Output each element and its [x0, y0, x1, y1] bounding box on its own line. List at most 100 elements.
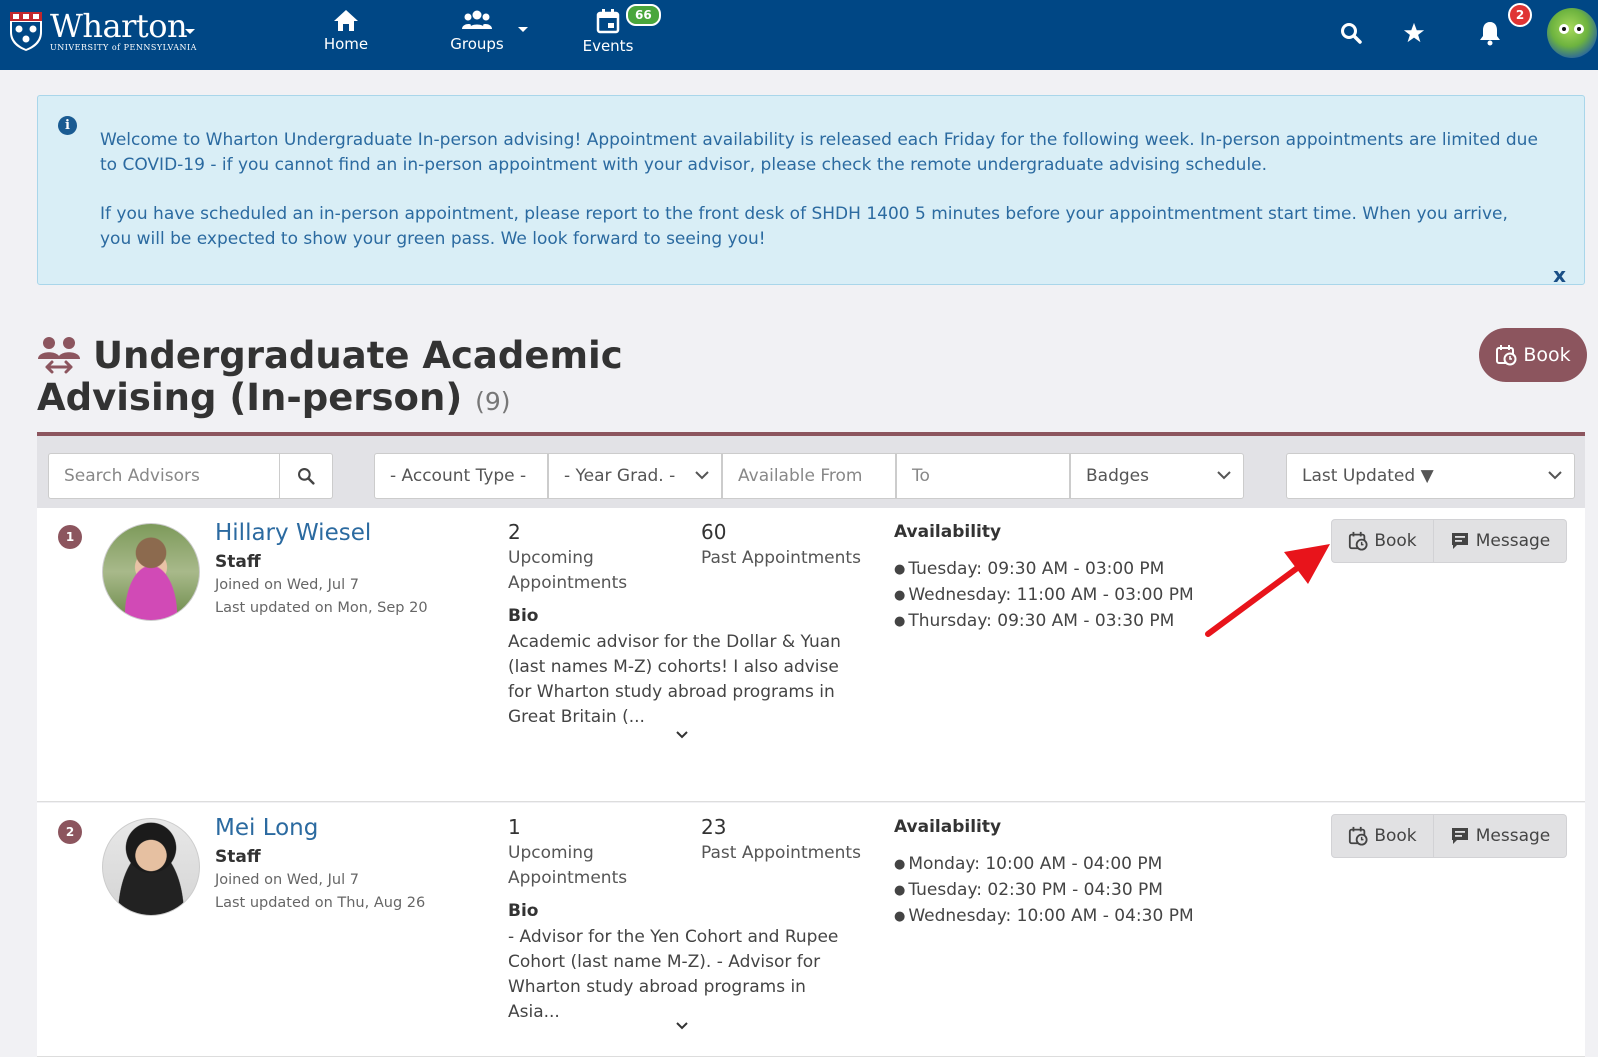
info-alert: i Welcome to Wharton Undergraduate In-pe…	[37, 95, 1585, 288]
bio-text: Academic advisor for the Dollar & Yuan (…	[508, 632, 841, 727]
page-title: Undergraduate Academic Advising (In-pers…	[37, 335, 777, 423]
year-grad-label: - Year Grad. -	[564, 466, 676, 486]
advisor-updated: Last updated on Thu, Aug 26	[215, 895, 426, 911]
expand-bio-chevron-icon[interactable]	[675, 1021, 689, 1031]
upcoming-count: 2	[508, 520, 521, 544]
advisor-role: Staff	[215, 847, 261, 867]
message-button-label: Message	[1475, 826, 1551, 846]
logo-subtitle: UNIVERSITY of PENNSYLVANIA	[50, 43, 197, 52]
advisor-joined: Joined on Wed, Jul 7	[215, 577, 359, 593]
advisor-role: Staff	[215, 552, 261, 572]
advisor-actions: Book Message	[1331, 519, 1567, 563]
past-count: 23	[701, 815, 727, 839]
rank-badge: 1	[58, 525, 82, 549]
advisor-joined: Joined on Wed, Jul 7	[215, 872, 359, 888]
advisor-count: (9)	[475, 387, 511, 416]
user-avatar[interactable]	[1547, 8, 1597, 58]
home-icon	[334, 10, 358, 31]
message-icon	[1451, 828, 1468, 844]
bio-heading: Bio	[508, 901, 539, 921]
advisor-updated: Last updated on Mon, Sep 20	[215, 600, 428, 616]
nav-groups-label: Groups	[450, 35, 504, 53]
notifications-badge: 2	[1508, 3, 1532, 27]
bio-text: - Advisor for the Yen Cohort and Rupee C…	[508, 927, 839, 1022]
book-button-main[interactable]: Book	[1479, 328, 1587, 382]
top-navbar: Wharton UNIVERSITY of PENNSYLVANIA Home …	[0, 0, 1598, 70]
availability-item: Tuesday: 02:30 PM - 04:30 PM	[894, 878, 1194, 904]
available-from-input[interactable]: Available From	[722, 453, 896, 499]
past-label: Past Appointments	[701, 843, 861, 863]
upcoming-label: Upcoming Appointments	[508, 843, 628, 888]
logo-name: Wharton	[50, 7, 188, 45]
search-icon[interactable]	[1340, 22, 1362, 44]
expand-bio-chevron-icon[interactable]	[675, 730, 689, 740]
star-icon[interactable]	[1403, 22, 1425, 44]
nav-home-label: Home	[323, 35, 369, 53]
upcoming-count: 1	[508, 815, 521, 839]
advisor-actions: Book Message	[1331, 814, 1567, 858]
logo-dropdown-caret-icon[interactable]	[184, 28, 196, 36]
account-type-select[interactable]: - Account Type -	[374, 453, 548, 499]
search-advisors-input[interactable]: Search Advisors	[48, 453, 280, 499]
info-icon: i	[58, 116, 77, 135]
nav-home[interactable]: Home	[301, 8, 391, 53]
upcoming-label: Upcoming Appointments	[508, 548, 628, 593]
search-button[interactable]	[280, 453, 333, 499]
alert-close-button[interactable]: x	[1553, 263, 1566, 288]
availability-item: Wednesday: 10:00 AM - 04:30 PM	[894, 904, 1193, 930]
page-title-text: Undergraduate Academic Advising (In-pers…	[37, 334, 623, 419]
badges-select[interactable]: Badges	[1070, 453, 1244, 499]
book-button[interactable]: Book	[1331, 814, 1434, 858]
availability-list: Tuesday: 09:30 AM - 03:00 PM Wednesday: …	[894, 557, 1194, 635]
advisor-card: 2 Mei Long Staff Joined on Wed, Jul 7 La…	[37, 803, 1585, 1057]
advisor-name-link[interactable]: Mei Long	[215, 815, 318, 841]
calendar-clock-icon	[1349, 826, 1368, 846]
alert-paragraph-1: Welcome to Wharton Undergraduate In-pers…	[100, 130, 1538, 175]
message-button[interactable]: Message	[1434, 519, 1567, 563]
book-button-label: Book	[1374, 826, 1417, 846]
message-icon	[1451, 533, 1468, 549]
groups-icon	[462, 10, 492, 29]
available-to-input[interactable]: To	[896, 453, 1070, 499]
calendar-clock-icon	[1496, 345, 1517, 366]
availability-heading: Availability	[894, 522, 1002, 542]
past-count: 60	[701, 520, 727, 544]
alert-paragraph-2: If you have scheduled an in-person appoi…	[100, 204, 1508, 249]
account-type-label: - Account Type -	[390, 466, 527, 486]
chevron-down-icon	[695, 471, 709, 480]
book-button-main-label: Book	[1523, 344, 1571, 366]
availability-heading: Availability	[894, 817, 1002, 837]
events-count-badge: 66	[626, 4, 661, 26]
search-icon	[298, 468, 315, 485]
penn-shield-icon	[10, 12, 42, 51]
availability-list: Monday: 10:00 AM - 04:00 PM Tuesday: 02:…	[894, 852, 1194, 930]
chevron-down-icon	[1548, 471, 1562, 480]
groups-dropdown-caret-icon[interactable]	[517, 26, 529, 34]
message-button[interactable]: Message	[1434, 814, 1567, 858]
advisor-photo[interactable]	[102, 818, 200, 916]
rank-badge: 2	[58, 820, 82, 844]
calendar-clock-icon	[1349, 531, 1368, 551]
advisor-photo[interactable]	[102, 523, 200, 621]
advisor-name-link[interactable]: Hillary Wiesel	[215, 520, 371, 546]
sort-select[interactable]: Last Updated ▼	[1286, 453, 1575, 499]
advisor-card: 1 Hillary Wiesel Staff Joined on Wed, Ju…	[37, 508, 1585, 802]
wharton-logo[interactable]: Wharton UNIVERSITY of PENNSYLVANIA	[8, 10, 197, 52]
calendar-icon	[596, 9, 620, 34]
availability-item: Wednesday: 11:00 AM - 03:00 PM	[894, 583, 1193, 609]
chevron-down-icon	[1217, 471, 1231, 480]
nav-groups[interactable]: Groups	[432, 8, 522, 53]
availability-item: Tuesday: 09:30 AM - 03:00 PM	[894, 557, 1194, 583]
bell-icon[interactable]	[1478, 20, 1502, 46]
book-button[interactable]: Book	[1331, 519, 1434, 563]
availability-item: Monday: 10:00 AM - 04:00 PM	[894, 852, 1194, 878]
year-grad-select[interactable]: - Year Grad. -	[548, 453, 722, 499]
bio-heading: Bio	[508, 606, 539, 626]
message-button-label: Message	[1475, 531, 1551, 551]
filter-bar: Search Advisors - Account Type - - Year …	[37, 436, 1585, 508]
past-label: Past Appointments	[701, 548, 861, 568]
sort-label: Last Updated ▼	[1302, 466, 1434, 486]
badges-label: Badges	[1086, 466, 1149, 486]
book-button-label: Book	[1374, 531, 1417, 551]
availability-item: Thursday: 09:30 AM - 03:30 PM	[894, 609, 1194, 635]
